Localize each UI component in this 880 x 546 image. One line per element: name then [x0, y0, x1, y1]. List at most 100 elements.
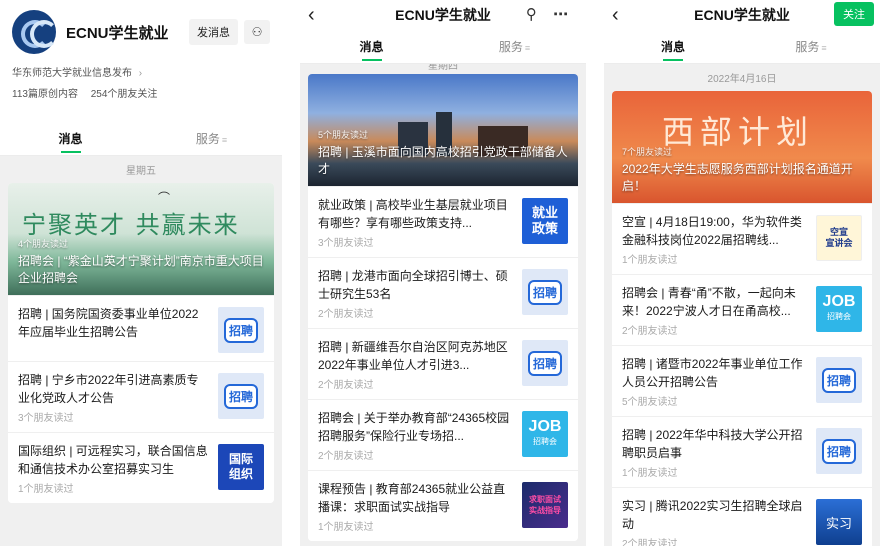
- list-item[interactable]: 课程预告 | 教育部24365就业公益直播课：求职面试实战指导 1个朋友读过 求…: [308, 470, 578, 541]
- thumb-label: 招聘: [527, 350, 562, 376]
- account-profile-panel: ECNU学生就业 发消息 ⚇ 华东师范大学就业信息发布 › 113篇原创内容 2…: [0, 0, 282, 546]
- list-item[interactable]: 国际组织 | 可远程实习，联合国信息和通信技术办公室招募实习生 1个朋友读过 国…: [8, 432, 274, 503]
- tab-bar: 消息 服务 ≡: [300, 30, 586, 64]
- hero-overlay: 5个朋友读过 招聘 | 玉溪市面向国内高校招引党政干部储备人才: [318, 127, 568, 178]
- tab-messages[interactable]: 消息: [604, 30, 742, 63]
- item-title: 课程预告 | 教育部24365就业公益直播课：求职面试实战指导: [318, 482, 506, 514]
- tab-services[interactable]: 服务 ≡: [141, 122, 282, 155]
- thumb-label: 空宣: [829, 227, 848, 237]
- tab-services[interactable]: 服务 ≡: [443, 30, 586, 63]
- nav-bar: ‹ ECNU学生就业 ⚲ ⋯: [300, 0, 586, 30]
- back-icon[interactable]: ‹: [308, 4, 315, 27]
- policy-thumbnail-icon: 就业 政策: [522, 198, 568, 244]
- search-more-icons[interactable]: ⚲ ⋯: [526, 5, 574, 23]
- friends-read-count: 2个朋友读过: [318, 380, 374, 391]
- recruit-thumbnail-icon: 招聘: [522, 269, 568, 315]
- send-message-button[interactable]: 发消息: [189, 19, 238, 45]
- tab-messages[interactable]: 消息: [0, 122, 141, 155]
- tab-services[interactable]: 服务 ≡: [742, 30, 880, 63]
- menu-icon: ≡: [821, 43, 827, 53]
- hero-article[interactable]: 西部计划 7个朋友读过 2022年大学生志愿服务西部计划报名通道开启！: [612, 91, 872, 203]
- thumb-label: 实战指导: [529, 506, 561, 515]
- hero-overlay: 4个朋友读过 招聘会 | “紫金山英才宁聚计划”南京市重大项目企业招聘会: [18, 236, 264, 287]
- thumb-label: 招聘会: [827, 312, 851, 321]
- item-title: 招聘 | 新疆维吾尔自治区阿克苏地区2022年事业单位人才引进3...: [318, 340, 508, 372]
- thumb-label: 实习: [825, 515, 852, 531]
- article-group: 5个朋友读过 招聘 | 玉溪市面向国内高校招引党政干部储备人才 就业政策 | 高…: [308, 74, 578, 541]
- chevron-right-icon: ›: [138, 68, 143, 79]
- article-group: 西部计划 7个朋友读过 2022年大学生志愿服务西部计划报名通道开启！ 空宣 |…: [612, 91, 872, 546]
- hero-title: 招聘 | 玉溪市面向国内高校招引党政干部储备人才: [318, 145, 568, 176]
- thumb-label: 宣讲会: [825, 238, 853, 248]
- seminar-thumbnail-icon: 空宣 宣讲会: [816, 215, 862, 261]
- friends-read-count: 1个朋友读过: [622, 255, 678, 266]
- menu-icon: ≡: [221, 135, 228, 145]
- tab-services-label: 服务: [195, 132, 220, 146]
- thumb-label: 国际: [228, 452, 253, 466]
- thumb-label: 求职面试: [529, 495, 561, 504]
- recruit-thumbnail-icon: 招聘: [218, 373, 264, 419]
- friends-follow-count: 254个朋友关注: [90, 89, 158, 100]
- item-title: 招聘 | 国务院国资委事业单位2022年应届毕业生招聘公告: [18, 307, 199, 339]
- item-title: 招聘会 | 青春“甬”不散，一起向未来！2022宁波人才日在甬高校...: [622, 286, 796, 318]
- list-item[interactable]: 招聘 | 2022年华中科技大学公开招聘职员启事 1个朋友读过 招聘: [612, 416, 872, 487]
- list-item[interactable]: 空宣 | 4月18日19:00，华为软件类金融科技岗位2022届招聘线... 1…: [612, 203, 872, 274]
- friends-read-count: 4个朋友读过: [18, 239, 69, 249]
- list-item[interactable]: 招聘会 | 青春“甬”不散，一起向未来！2022宁波人才日在甬高校... 2个朋…: [612, 274, 872, 345]
- internship-thumbnail-icon: 实习: [816, 499, 862, 545]
- menu-icon: ≡: [524, 43, 531, 53]
- item-title: 实习 | 腾讯2022实习生招聘全球启动: [622, 499, 803, 531]
- hero-article[interactable]: 宁聚英才 共赢未来 ⌒ 4个朋友读过 招聘会 | “紫金山英才宁聚计划”南京市重…: [8, 183, 274, 295]
- tab-messages[interactable]: 消息: [300, 30, 443, 63]
- item-title: 招聘 | 诸暨市2022年事业单位工作人员公开招聘公告: [622, 357, 803, 389]
- thumb-label: 招聘: [223, 383, 258, 409]
- list-item[interactable]: 招聘会 | 关于举办教育部“24365校园招聘服务”保险行业专场招... 2个朋…: [308, 399, 578, 470]
- account-description[interactable]: 华东师范大学就业信息发布 ›: [12, 64, 270, 79]
- friends-read-count: 3个朋友读过: [318, 238, 374, 249]
- course-thumbnail-icon: 求职面试 实战指导: [522, 482, 568, 528]
- date-label: 星期五: [126, 166, 156, 177]
- account-stats: 113篇原创内容 254个朋友关注: [12, 85, 270, 100]
- account-logo-icon[interactable]: [12, 10, 58, 54]
- back-icon[interactable]: ‹: [612, 4, 619, 27]
- list-item[interactable]: 招聘 | 国务院国资委事业单位2022年应届毕业生招聘公告 招聘: [8, 295, 274, 361]
- job-fair-thumbnail-icon: JOB 招聘会: [522, 411, 568, 457]
- original-count: 113篇原创内容: [12, 89, 78, 100]
- list-item[interactable]: 招聘 | 新疆维吾尔自治区阿克苏地区2022年事业单位人才引进3... 2个朋友…: [308, 328, 578, 399]
- thumb-label: JOB: [528, 418, 562, 435]
- item-title: 招聘 | 2022年华中科技大学公开招聘职员启事: [622, 428, 803, 460]
- follow-button[interactable]: 关注: [834, 2, 874, 26]
- friends-read-count: 1个朋友读过: [318, 522, 374, 533]
- hero-title: 2022年大学生志愿服务西部计划报名通道开启！: [622, 162, 853, 193]
- list-item[interactable]: 招聘 | 龙港市面向全球招引博士、硕士研究生53名 2个朋友读过 招聘: [308, 257, 578, 328]
- hero-article[interactable]: 5个朋友读过 招聘 | 玉溪市面向国内高校招引党政干部储备人才: [308, 74, 578, 186]
- list-item[interactable]: 就业政策 | 高校毕业生基层就业项目有哪些？享有哪些政策支持... 3个朋友读过…: [308, 186, 578, 257]
- friends-read-count: 2个朋友读过: [318, 451, 374, 462]
- list-item[interactable]: 招聘 | 宁乡市2022年引进高素质专业化党政人才公告 3个朋友读过 招聘: [8, 361, 274, 432]
- tab-bar: 消息 服务 ≡: [604, 30, 880, 64]
- bird-icon: ⌒: [158, 191, 171, 205]
- thumb-label: 组织: [228, 467, 253, 481]
- recruit-thumbnail-icon: 招聘: [816, 357, 862, 403]
- job-fair-thumbnail-icon: JOB 招聘会: [816, 286, 862, 332]
- page-title: ECNU学生就业: [694, 7, 790, 23]
- page-title: ECNU学生就业: [395, 7, 491, 23]
- recruit-thumbnail-icon: 招聘: [218, 307, 264, 353]
- friends-read-count: 2个朋友读过: [622, 539, 678, 546]
- user-settings-icon[interactable]: ⚇: [244, 20, 270, 44]
- tab-bar: 消息 服务 ≡: [0, 122, 282, 156]
- list-item[interactable]: 招聘 | 诸暨市2022年事业单位工作人员公开招聘公告 5个朋友读过 招聘: [612, 345, 872, 416]
- list-item[interactable]: 实习 | 腾讯2022实习生招聘全球启动 2个朋友读过 实习: [612, 487, 872, 546]
- item-title: 国际组织 | 可远程实习，联合国信息和通信技术办公室招募实习生: [18, 444, 208, 476]
- hero-banner-text: 宁聚英才 共赢未来: [22, 211, 240, 239]
- item-title: 招聘会 | 关于举办教育部“24365校园招聘服务”保险行业专场招...: [318, 411, 510, 443]
- intl-org-thumbnail-icon: 国际 组织: [218, 444, 264, 490]
- thumb-label: 招聘: [821, 367, 856, 393]
- friends-read-count: 1个朋友读过: [622, 468, 678, 479]
- thumb-label: 招聘: [223, 317, 258, 343]
- thumb-label: 招聘: [527, 279, 562, 305]
- recruit-thumbnail-icon: 招聘: [816, 428, 862, 474]
- thumb-label: 政策: [531, 221, 558, 236]
- message-list-panel: ‹ ECNU学生就业 关注 消息 服务 ≡ 2022年4月16日 西部计划 7个朋…: [604, 0, 880, 546]
- hero-title: 招聘会 | “紫金山英才宁聚计划”南京市重大项目企业招聘会: [18, 254, 264, 285]
